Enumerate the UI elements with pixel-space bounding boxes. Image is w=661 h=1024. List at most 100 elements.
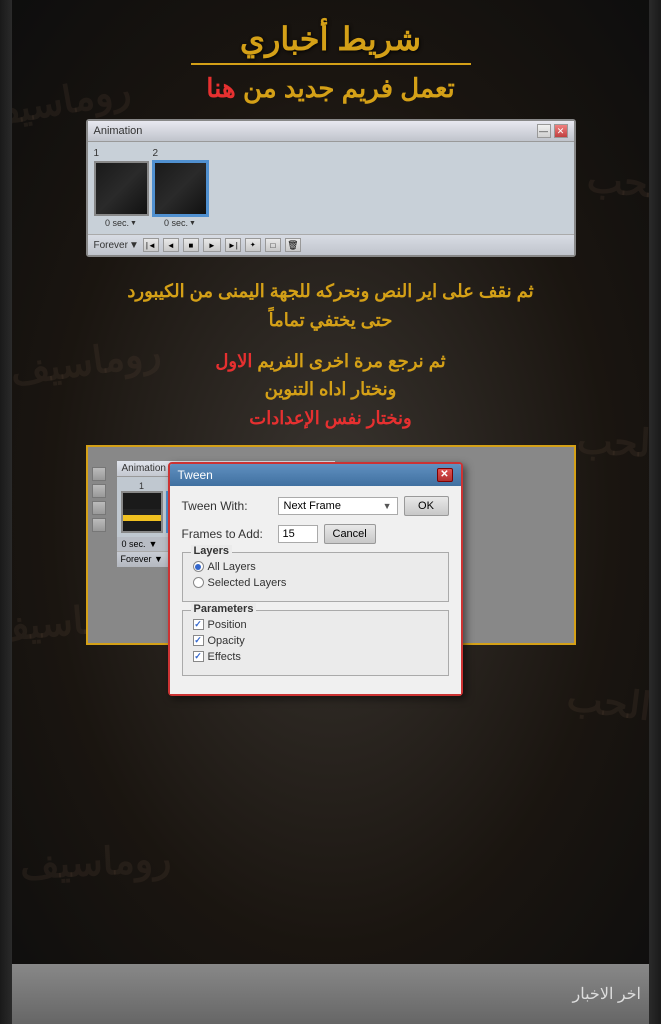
small-anim-title: Animation [122,463,166,474]
tween-body: Tween With: Next Frame ▼ OK Frames to Ad… [170,486,461,694]
opacity-row[interactable]: ✓ Opacity [193,635,438,647]
skip-back-button[interactable]: |◄ [143,238,159,252]
title-underline [191,63,471,65]
tween-dialog-title: Tween [178,468,213,482]
radio-filled [195,564,201,570]
frame-1-number: 1 [94,148,100,159]
opacity-check-mark: ✓ [194,635,202,646]
main-background: روماسيف الحب روماسيف الحب روماسيف الحب ر… [0,0,661,1024]
step-back-button[interactable]: ◄ [163,238,179,252]
parameters-section-title: Parameters [191,603,257,615]
text-block-1: ثم نقف على اير النص ونحركه للجهة اليمنى … [25,277,636,335]
stop-button[interactable]: ■ [183,238,199,252]
frame-1-content [96,163,147,214]
small-frame-1-thumb[interactable] [121,491,163,533]
side-btn-3[interactable] [92,501,106,515]
content-area: شريط أخباري تعمل فريم جديد من هنا Animat… [0,0,661,740]
subtitle-prefix: تعمل فريم جديد من [243,73,455,103]
text-block-2: ثم نرجع مرة اخرى الفريم الاول ونختار ادا… [25,347,636,433]
loop-label: Forever [94,240,128,251]
effects-label: Effects [208,651,241,663]
frame-1-time-value: 0 sec. [105,218,129,228]
black-bar [123,509,161,515]
text-block-2-line1-wrap: ثم نرجع مرة اخرى الفريم الاول [25,347,636,376]
opacity-checkbox[interactable]: ✓ [193,635,204,646]
side-btn-2[interactable] [92,484,106,498]
opacity-label: Opacity [208,635,245,647]
frame-1-time: 0 sec. ▼ [105,218,137,228]
watermark-7: روماسيف [19,836,172,889]
layers-section-title: Layers [191,545,232,557]
frame-2-content [155,163,206,214]
ok-button[interactable]: OK [404,496,449,516]
effects-row[interactable]: ✓ Effects [193,651,438,663]
loop-arrow: ▼ [129,240,139,251]
cancel-button[interactable]: Cancel [324,524,376,544]
frame-1-time-arrow[interactable]: ▼ [130,220,137,227]
animation-panel-title: Animation [94,125,143,137]
position-row[interactable]: ✓ Position [193,619,438,631]
tween-container: Animation 1 2 [86,445,576,645]
parameters-section: Parameters ✓ Position ✓ [182,610,449,676]
frames-to-add-input[interactable] [278,525,318,543]
side-bar-left [0,0,12,1024]
frames-to-add-row: Frames to Add: Cancel [182,524,449,544]
frame-1-thumb[interactable] [94,161,149,216]
step-forward-button[interactable]: ►| [225,238,241,252]
tween-dialog: Tween ✕ Tween With: Next Frame ▼ OK [168,462,463,696]
effects-checkbox[interactable]: ✓ [193,651,204,662]
frame-2-time: 0 sec. ▼ [164,218,196,228]
side-panel-buttons [92,467,106,532]
animation-titlebar: Animation — ✕ [88,121,574,142]
side-btn-4[interactable] [92,518,106,532]
small-time-value: 0 sec. [122,539,146,549]
selected-layers-label: Selected Layers [208,577,287,589]
side-btn-1[interactable] [92,467,106,481]
animation-panel: Animation — ✕ 1 0 sec. ▼ [86,119,576,257]
small-forever: Forever ▼ [121,554,163,564]
frames-to-add-label: Frames to Add: [182,527,272,541]
layers-section: Layers All Layers Selected Layers [182,552,449,602]
text-block-2-line1: ثم نرجع مرة اخرى الفريم [257,351,445,371]
bottom-bar: اخر الاخبار [0,964,661,1024]
close-button[interactable]: ✕ [554,124,568,138]
background-panel: Animation 1 2 [86,445,576,645]
tween-with-select[interactable]: Next Frame ▼ [278,497,398,515]
delete-frame-button[interactable]: 🗑 [285,238,301,252]
loop-selector[interactable]: Forever ▼ [94,240,139,251]
page-title: شريط أخباري [15,20,646,58]
tween-with-value: Next Frame [284,500,341,512]
effects-check-mark: ✓ [194,651,202,662]
minimize-button[interactable]: — [537,124,551,138]
small-frame-1: 1 [121,481,163,533]
frame-2-thumb[interactable] [153,161,208,216]
small-time-arrow: ▼ [149,539,158,549]
frame-2-time-value: 0 sec. [164,218,188,228]
tween-with-row: Tween With: Next Frame ▼ OK [182,496,449,516]
tween-with-arrow: ▼ [383,501,392,511]
side-bar-right [649,0,661,1024]
frame-2: 2 0 sec. ▼ [153,148,208,228]
subtitle: تعمل فريم جديد من هنا [15,73,646,104]
new-frame-button[interactable]: □ [265,238,281,252]
position-checkbox[interactable]: ✓ [193,619,204,630]
text-block-2-red: الاول [215,351,252,371]
tween-close-button[interactable]: ✕ [437,468,453,482]
selected-layers-radio[interactable] [193,577,204,588]
all-layers-row[interactable]: All Layers [193,561,438,573]
text-block-1-line2: حتى يختفي تماماً [25,306,636,335]
animation-controls: Forever ▼ |◄ ◄ ■ ► ►| ✦ □ 🗑 [88,234,574,255]
frame-2-time-arrow[interactable]: ▼ [189,220,196,227]
text-block-1-line1: ثم نقف على اير النص ونحركه للجهة اليمنى … [25,277,636,306]
tween-button[interactable]: ✦ [245,238,261,252]
position-check-mark: ✓ [194,619,202,630]
header-section: شريط أخباري [15,20,646,65]
selected-layers-row[interactable]: Selected Layers [193,577,438,589]
all-layers-radio[interactable] [193,561,204,572]
play-button[interactable]: ► [203,238,221,252]
frame-2-number: 2 [153,148,159,159]
bottom-bar-text: اخر الاخبار [573,984,642,1004]
text-block-2-line2: ونختار اداه التنوين [25,375,636,404]
titlebar-buttons: — ✕ [537,124,568,138]
subtitle-red-word: هنا [206,73,235,103]
